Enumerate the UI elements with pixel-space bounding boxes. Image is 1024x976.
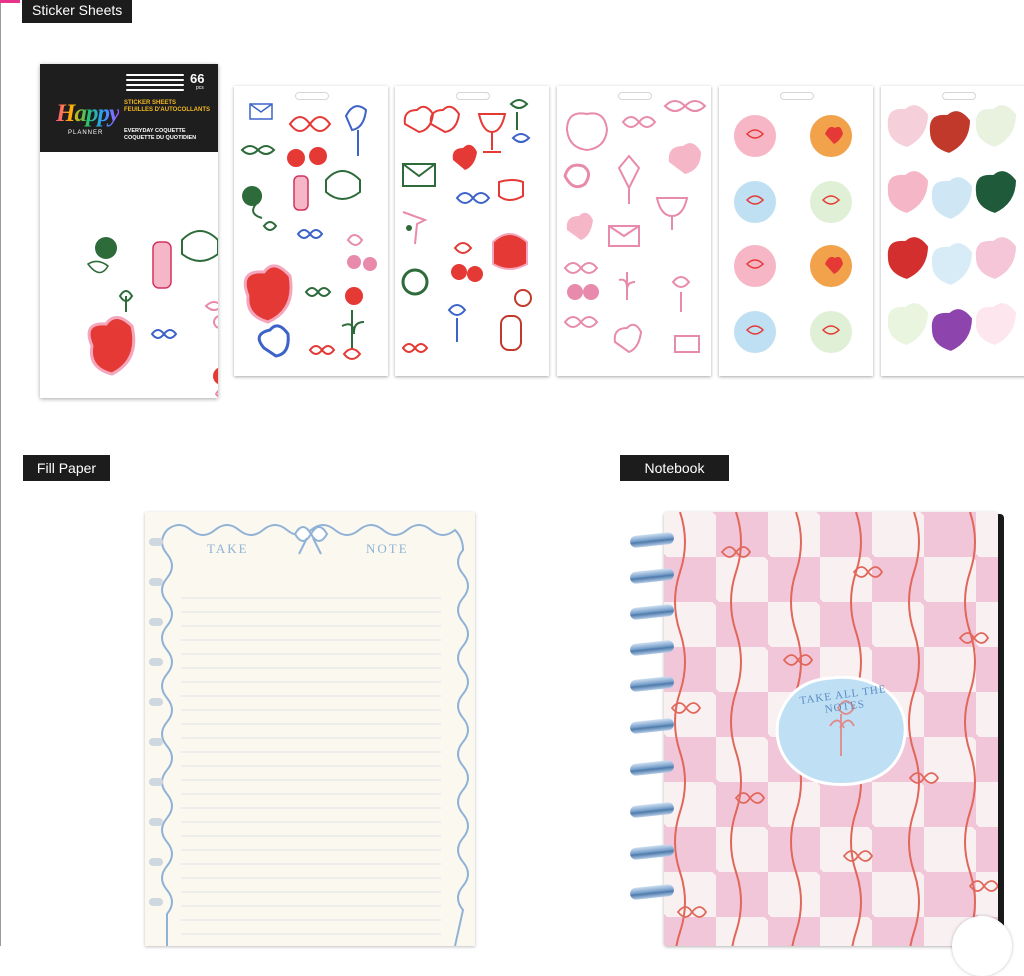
pack-collection-fr: COQUETTE DU QUOTIDIEN	[124, 135, 197, 141]
pack-sub-brand: PLANNER	[68, 130, 104, 136]
left-border	[0, 0, 1, 946]
sticker-sheet-3[interactable]	[557, 86, 711, 376]
pack-brand-logo: Happy	[56, 100, 120, 127]
pack-stripes	[126, 74, 184, 94]
sticker-sheet-5[interactable]	[881, 86, 1024, 376]
sticker-pack-product-image[interactable]: 66 pcs Happy PLANNER STICKER SHEETS FEUI…	[40, 64, 218, 398]
notebook-ribbon-art	[670, 512, 998, 946]
fill-paper-art	[149, 524, 469, 947]
accent-mark	[0, 0, 20, 3]
pack-count-unit: pcs	[196, 85, 204, 91]
sticker-sheet-1[interactable]	[234, 86, 388, 376]
pack-type-en: STICKER SHEETS	[124, 100, 177, 106]
fill-paper-product-image[interactable]: TAKE NOTE	[145, 512, 475, 947]
floating-circle-button[interactable]	[952, 916, 1012, 976]
section-label-fill-paper: Fill Paper	[23, 455, 110, 481]
notebook-cover: TAKE ALL THE NOTES	[664, 512, 998, 946]
pack-type-fr: FEUILLES D'AUTOCOLLANTS	[124, 107, 210, 113]
sheet-1-art	[240, 103, 377, 360]
sticker-sheet-2[interactable]	[395, 86, 549, 376]
notebook-product-image[interactable]: TAKE ALL THE NOTES	[629, 512, 1012, 976]
pack-collection: EVERYDAY COQUETTE COQUETTE DU QUOTIDIEN	[124, 128, 216, 142]
sheet-5-art	[885, 103, 1019, 354]
sticker-sheet-4[interactable]	[719, 86, 873, 376]
paper-header-note: NOTE	[366, 541, 409, 556]
paper-ruled-lines	[181, 597, 441, 935]
pack-count: 66	[190, 71, 205, 86]
sheet-3-art	[563, 100, 707, 354]
pack-type: STICKER SHEETS FEUILLES D'AUTOCOLLANTS	[124, 100, 214, 114]
paper-header-take: TAKE	[207, 541, 249, 556]
sheet-2-art	[401, 99, 532, 353]
sheet-4-art	[732, 113, 854, 355]
pack-collection-en: EVERYDAY COQUETTE	[124, 128, 186, 134]
section-label-notebook: Notebook	[620, 455, 729, 481]
section-label-sticker-sheets: Sticker Sheets	[22, 0, 133, 23]
